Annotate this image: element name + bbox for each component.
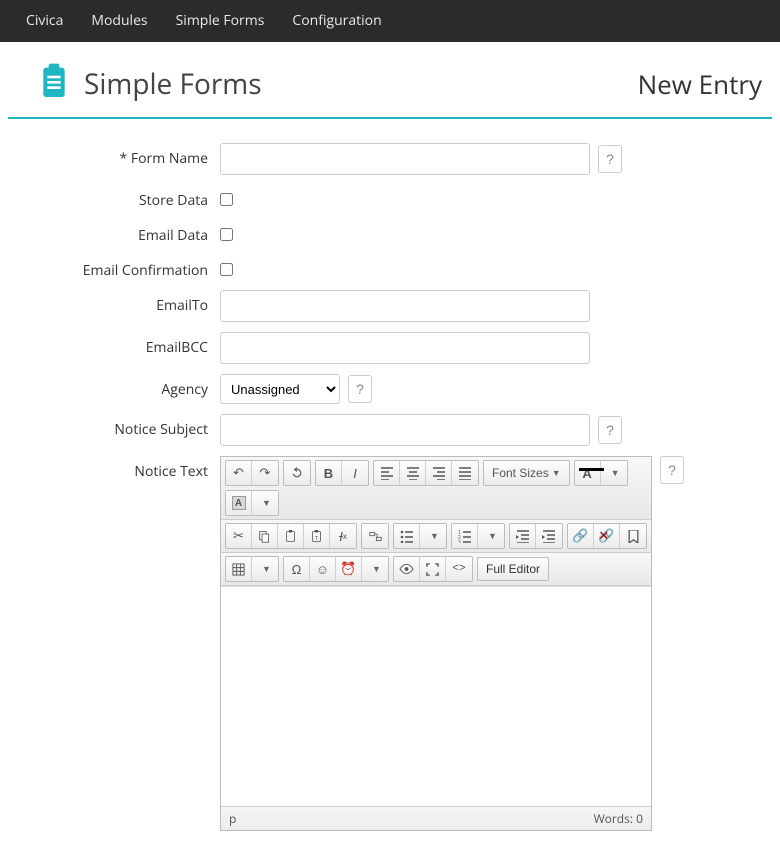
paste-button[interactable]: [278, 524, 304, 548]
table-button[interactable]: [226, 557, 252, 581]
select-agency[interactable]: Unassigned: [220, 374, 340, 404]
rte-toolbar-row-2: ✂ T Ix ▼ 123 ▼: [221, 520, 651, 553]
label-store-data: Store Data: [40, 185, 220, 210]
font-color-button[interactable]: A: [575, 461, 601, 485]
table-menu[interactable]: ▼: [252, 557, 278, 581]
font-sizes-dropdown[interactable]: Font Sizes▼: [484, 461, 569, 485]
special-char-button[interactable]: Ω: [284, 557, 310, 581]
rte-content-area[interactable]: [221, 586, 651, 806]
checkbox-email-data[interactable]: [220, 228, 233, 241]
align-justify-button[interactable]: [452, 461, 478, 485]
nav-item-configuration[interactable]: Configuration: [278, 0, 395, 42]
bullet-list-menu[interactable]: ▼: [420, 524, 446, 548]
bookmark-button[interactable]: [620, 524, 646, 548]
copy-button[interactable]: [252, 524, 278, 548]
label-form-name: * Form Name: [40, 143, 220, 168]
label-email-to: EmailTo: [40, 290, 220, 315]
highlight-button[interactable]: A: [226, 491, 252, 515]
nav-item-simple-forms[interactable]: Simple Forms: [162, 0, 279, 42]
font-color-menu[interactable]: ▼: [601, 461, 627, 485]
label-email-confirmation: Email Confirmation: [40, 255, 220, 280]
align-center-button[interactable]: [400, 461, 426, 485]
svg-text:3: 3: [458, 540, 461, 543]
rich-text-editor: ↶ ↷ B I: [220, 456, 652, 831]
bullet-list-button[interactable]: [394, 524, 420, 548]
find-replace-button[interactable]: [362, 524, 388, 548]
datetime-button[interactable]: ⏰: [336, 557, 362, 581]
svg-text:T: T: [315, 535, 319, 541]
rte-toolbar-row-3: ▼ Ω ☺ ⏰ ▼ <> Full Editor: [221, 553, 651, 586]
help-button-notice-text[interactable]: ?: [660, 456, 684, 484]
source-code-button[interactable]: <>: [446, 557, 472, 581]
paste-text-button[interactable]: T: [304, 524, 330, 548]
checkbox-store-data[interactable]: [220, 193, 233, 206]
highlight-menu[interactable]: ▼: [252, 491, 278, 515]
label-notice-subject: Notice Subject: [40, 414, 220, 439]
clear-format-button[interactable]: Ix: [330, 524, 356, 548]
label-email-data: Email Data: [40, 220, 220, 245]
rte-toolbar-row-1: ↶ ↷ B I: [221, 457, 651, 520]
help-button-form-name[interactable]: ?: [598, 145, 622, 173]
redo-button[interactable]: ↷: [252, 461, 278, 485]
bold-button[interactable]: B: [316, 461, 342, 485]
rte-status-bar: p Words: 0: [221, 806, 651, 830]
rte-word-count: Words: 0: [594, 810, 643, 827]
unlink-button[interactable]: 🔗✕: [594, 524, 620, 548]
page-subtitle: New Entry: [638, 66, 762, 102]
full-editor-button[interactable]: Full Editor: [477, 557, 549, 581]
indent-button[interactable]: [536, 524, 562, 548]
input-notice-subject[interactable]: [220, 414, 590, 446]
restore-button[interactable]: [284, 461, 310, 485]
help-button-notice-subject[interactable]: ?: [598, 416, 622, 444]
nav-item-modules[interactable]: Modules: [77, 0, 161, 42]
undo-button[interactable]: ↶: [226, 461, 252, 485]
label-email-bcc: EmailBCC: [40, 332, 220, 357]
input-email-to[interactable]: [220, 290, 590, 322]
clipboard-icon: [38, 62, 70, 105]
form-area: * Form Name ? Store Data Email Data Emai…: [0, 119, 780, 851]
checkbox-email-confirmation[interactable]: [220, 263, 233, 276]
label-agency: Agency: [40, 374, 220, 399]
input-email-bcc[interactable]: [220, 332, 590, 364]
number-list-button[interactable]: 123: [452, 524, 478, 548]
outdent-button[interactable]: [510, 524, 536, 548]
top-nav: Civica Modules Simple Forms Configuratio…: [0, 0, 780, 42]
preview-button[interactable]: [394, 557, 420, 581]
emoji-button[interactable]: ☺: [310, 557, 336, 581]
label-notice-text: Notice Text: [40, 456, 220, 481]
input-form-name[interactable]: [220, 143, 590, 175]
link-button[interactable]: 🔗: [568, 524, 594, 548]
rte-path[interactable]: p: [229, 810, 236, 827]
italic-button[interactable]: I: [342, 461, 368, 485]
fullscreen-button[interactable]: [420, 557, 446, 581]
page-header: Simple Forms New Entry: [8, 42, 772, 119]
datetime-menu[interactable]: ▼: [362, 557, 388, 581]
nav-item-civica[interactable]: Civica: [12, 0, 77, 42]
help-button-agency[interactable]: ?: [348, 375, 372, 403]
align-left-button[interactable]: [374, 461, 400, 485]
number-list-menu[interactable]: ▼: [478, 524, 504, 548]
cut-button[interactable]: ✂: [226, 524, 252, 548]
page-title: Simple Forms: [84, 65, 262, 103]
align-right-button[interactable]: [426, 461, 452, 485]
